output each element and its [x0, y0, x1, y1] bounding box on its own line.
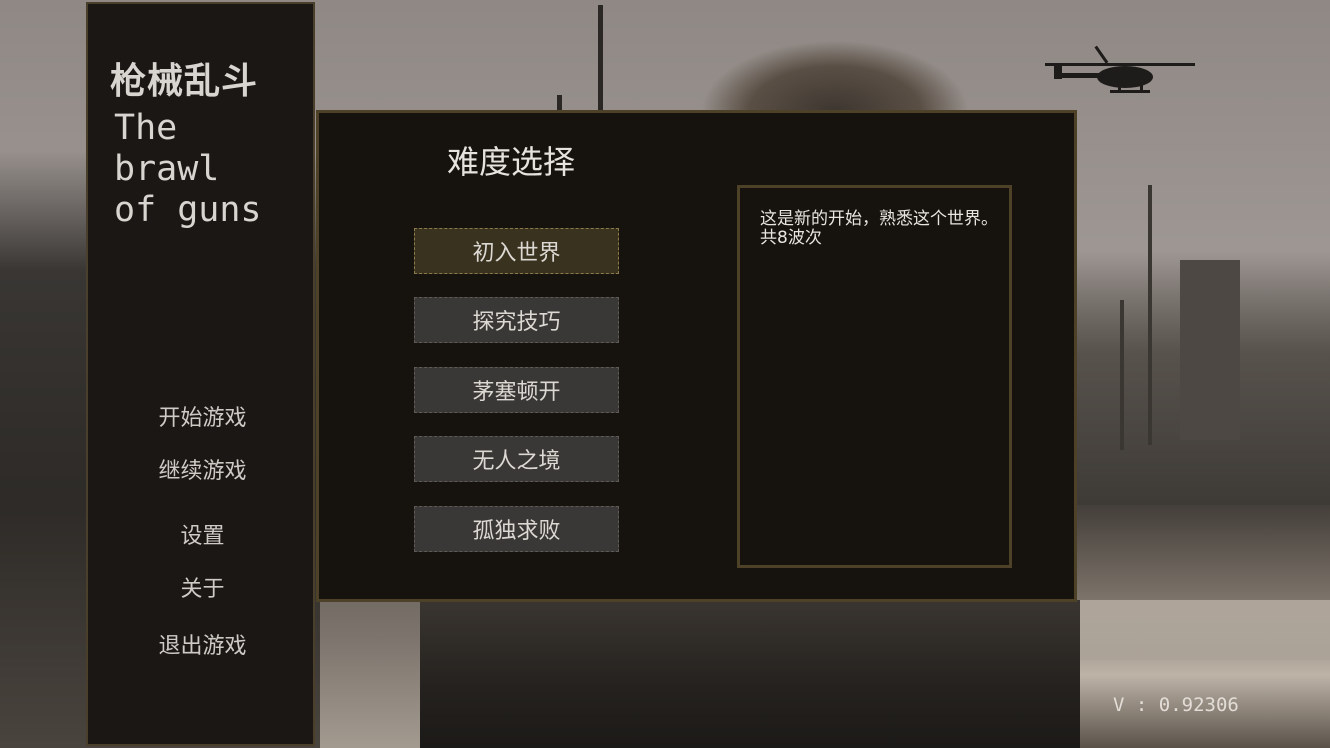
- background-water: [1075, 600, 1330, 660]
- background-power-pole: [1120, 300, 1124, 450]
- game-title-en: The brawl of guns: [114, 108, 262, 230]
- difficulty-option-beginner[interactable]: 初入世界: [414, 228, 619, 274]
- menu-exit-game[interactable]: 退出游戏: [88, 628, 317, 660]
- difficulty-description: 这是新的开始，熟悉这个世界。共8波次: [760, 209, 998, 248]
- game-title-cn: 枪械乱斗: [110, 61, 259, 102]
- difficulty-description-box: 这是新的开始，熟悉这个世界。共8波次: [737, 185, 1012, 568]
- difficulty-option-unstoppable[interactable]: 无人之境: [414, 436, 619, 482]
- difficulty-option-enlightened[interactable]: 茅塞顿开: [414, 367, 619, 413]
- background-radio-tower: [1148, 185, 1152, 445]
- difficulty-dialog: 难度选择 初入世界 探究技巧 茅塞顿开 无人之境 孤独求败 这是新的开始，熟悉这…: [316, 110, 1077, 602]
- background-antenna-small: [557, 95, 562, 110]
- difficulty-option-explore[interactable]: 探究技巧: [414, 297, 619, 343]
- background-soldier-body: [420, 600, 1080, 748]
- menu-about[interactable]: 关于: [88, 571, 317, 603]
- version-label: V : 0.92306: [1113, 694, 1239, 716]
- helicopter-icon: [1045, 45, 1195, 93]
- background-building: [1180, 260, 1240, 440]
- background-antenna: [598, 5, 603, 110]
- menu-start-game[interactable]: 开始游戏: [88, 400, 317, 432]
- game-screen: 枪械乱斗 The brawl of guns 开始游戏 继续游戏 设置 关于 退…: [0, 0, 1330, 748]
- menu-settings[interactable]: 设置: [88, 518, 317, 550]
- difficulty-option-invincible[interactable]: 孤独求败: [414, 506, 619, 552]
- dialog-title: 难度选择: [447, 143, 576, 181]
- menu-continue-game[interactable]: 继续游戏: [88, 453, 317, 485]
- main-menu-panel: 枪械乱斗 The brawl of guns 开始游戏 继续游戏 设置 关于 退…: [86, 2, 315, 746]
